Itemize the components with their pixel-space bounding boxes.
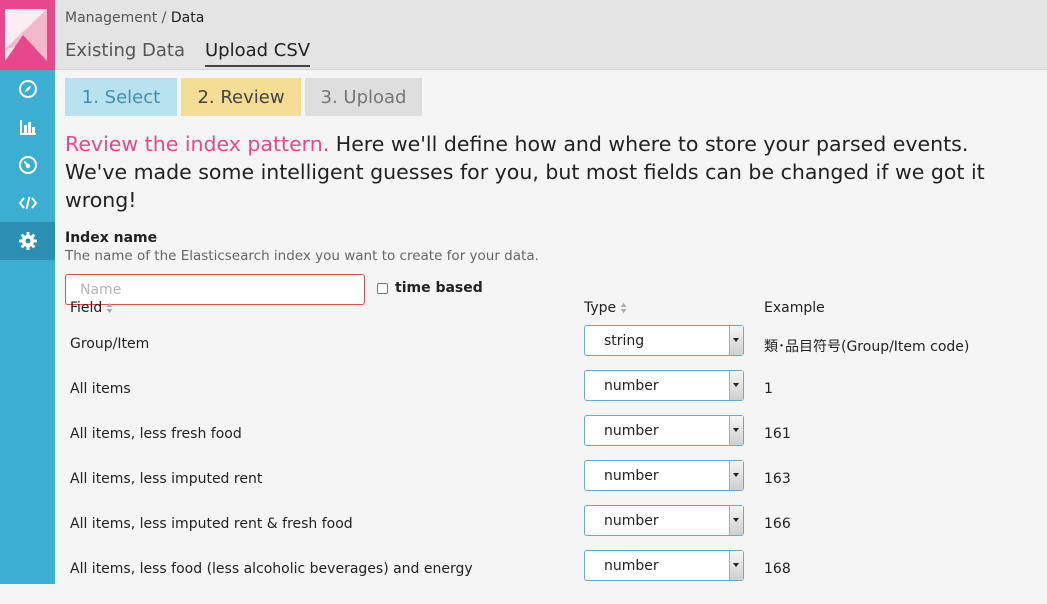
kibana-logo[interactable] xyxy=(0,0,55,70)
field-example: 161 xyxy=(764,426,791,442)
breadcrumb-parent[interactable]: Management xyxy=(65,10,157,26)
field-example: 類･品目符号(Group/Item code) xyxy=(764,339,970,355)
table-row: All items number 1 xyxy=(65,370,1045,424)
type-select[interactable]: string xyxy=(584,325,744,356)
dropdown-arrow-icon xyxy=(729,551,743,580)
time-based-option[interactable]: time based xyxy=(377,280,483,296)
header-field-label: Field xyxy=(70,300,103,316)
dropdown-arrow-icon xyxy=(729,371,743,400)
field-name: All items, less imputed rent & fresh foo… xyxy=(70,516,353,532)
compass-icon xyxy=(18,80,37,98)
intro-text: Review the index pattern. Here we'll def… xyxy=(65,130,1025,214)
bar-chart-icon xyxy=(19,120,36,135)
index-name-help: The name of the Elasticsearch index you … xyxy=(65,248,539,264)
field-name: All items, less food (less alcoholic bev… xyxy=(70,561,473,577)
nav-management[interactable] xyxy=(0,222,55,260)
type-select[interactable]: number xyxy=(584,505,744,536)
dashboard-icon xyxy=(18,156,37,174)
step-review[interactable]: 2. Review xyxy=(181,78,301,116)
breadcrumb-current: Data xyxy=(170,10,205,26)
code-icon xyxy=(18,196,37,210)
fields-table: Field Type Example Group/Item string 類･品… xyxy=(65,300,1045,604)
nav-visualize[interactable] xyxy=(0,108,55,146)
index-name-label: Index name xyxy=(65,230,158,246)
header-type[interactable]: Type xyxy=(584,300,627,316)
table-row: Group/Item string 類･品目符号(Group/Item code… xyxy=(65,325,1045,379)
top-tabs: Existing Data Upload CSV xyxy=(65,40,311,67)
kibana-logo-icon xyxy=(5,9,47,61)
time-based-label: time based xyxy=(395,280,483,296)
step-select[interactable]: 1. Select xyxy=(65,78,177,116)
nav-dev-tools[interactable] xyxy=(0,184,55,222)
tab-upload-csv[interactable]: Upload CSV xyxy=(205,40,311,67)
wizard-steps: 1. Select 2. Review 3. Upload xyxy=(65,78,1035,116)
field-example: 1 xyxy=(764,381,773,397)
dropdown-arrow-icon xyxy=(729,461,743,490)
breadcrumb: Management / Data xyxy=(65,10,204,26)
type-select-value: number xyxy=(604,468,659,484)
table-header: Field Type Example xyxy=(65,300,1045,334)
type-select[interactable]: number xyxy=(584,550,744,581)
breadcrumb-separator: / xyxy=(157,10,171,26)
type-select[interactable]: number xyxy=(584,370,744,401)
intro-lead: Review the index pattern. xyxy=(65,132,330,156)
type-select-value: number xyxy=(604,423,659,439)
sort-icon xyxy=(106,303,113,313)
type-select-value: number xyxy=(604,558,659,574)
table-row: All items, less food (less alcoholic bev… xyxy=(65,550,1045,604)
type-select-value: string xyxy=(604,333,645,349)
nav-discover[interactable] xyxy=(0,70,55,108)
step-upload[interactable]: 3. Upload xyxy=(305,78,422,116)
sidebar xyxy=(0,0,55,584)
type-select[interactable]: number xyxy=(584,415,744,446)
tab-existing-data[interactable]: Existing Data xyxy=(65,40,185,67)
header: Management / Data Existing Data Upload C… xyxy=(55,0,1047,70)
time-based-checkbox[interactable] xyxy=(377,282,388,294)
table-row: All items, less fresh food number 161 xyxy=(65,415,1045,469)
type-select[interactable]: number xyxy=(584,460,744,491)
field-name: All items xyxy=(70,381,131,397)
sort-icon xyxy=(620,303,627,313)
field-example: 166 xyxy=(764,516,791,532)
field-name: All items, less imputed rent xyxy=(70,471,263,487)
header-field[interactable]: Field xyxy=(70,300,113,316)
header-example: Example xyxy=(764,300,825,316)
dropdown-arrow-icon xyxy=(729,416,743,445)
field-name: Group/Item xyxy=(70,336,150,352)
header-type-label: Type xyxy=(584,300,617,316)
main-content: 1. Select 2. Review 3. Upload Review the… xyxy=(65,78,1035,305)
type-select-value: number xyxy=(604,378,659,394)
table-row: All items, less imputed rent number 163 xyxy=(65,460,1045,514)
dropdown-arrow-icon xyxy=(729,506,743,535)
field-name: All items, less fresh food xyxy=(70,426,242,442)
field-example: 168 xyxy=(764,561,791,577)
field-example: 163 xyxy=(764,471,791,487)
dropdown-arrow-icon xyxy=(729,326,743,355)
gear-icon xyxy=(18,232,37,250)
type-select-value: number xyxy=(604,513,659,529)
table-row: All items, less imputed rent & fresh foo… xyxy=(65,505,1045,559)
nav-dashboard[interactable] xyxy=(0,146,55,184)
